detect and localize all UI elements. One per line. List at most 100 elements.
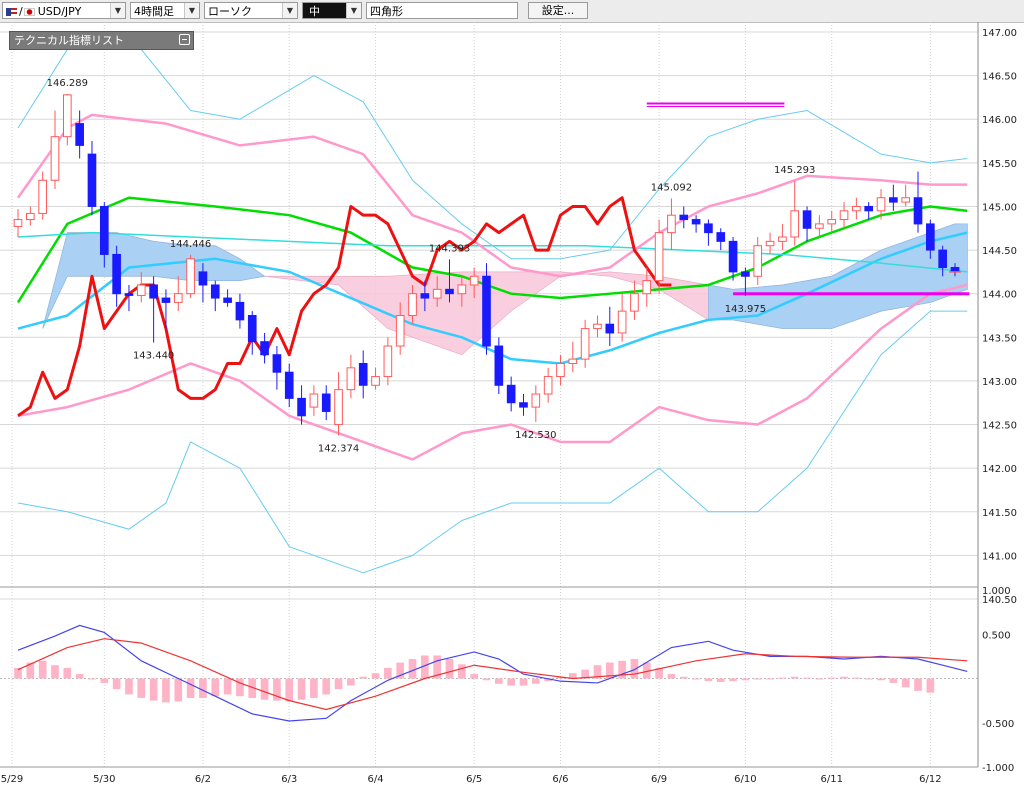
macd-hist-bar (704, 678, 713, 682)
x-tick-label: 6/5 (466, 774, 482, 785)
macd-tick-label: -1.000 (982, 763, 1014, 774)
macd-tick-label: 1.000 (982, 586, 1011, 597)
indicator-list-panel[interactable]: テクニカル指標リスト (9, 31, 194, 50)
bull-candle (173, 293, 183, 303)
bull-candle (371, 376, 380, 386)
timeframe-select[interactable]: 4時間足 ▼ (130, 2, 200, 19)
bull-candle (852, 205, 861, 212)
chart-grid (0, 22, 978, 767)
bear-candle (210, 284, 220, 299)
price-label: 144.446 (170, 239, 211, 250)
y-tick-label: 142.00 (982, 464, 1017, 475)
y-tick-label: 141.50 (982, 508, 1017, 519)
macd-hist-bar (408, 659, 417, 679)
bull-candle (334, 389, 343, 426)
macd-hist-bar (347, 678, 355, 686)
bear-candle (420, 293, 430, 299)
x-tick-label: 6/4 (367, 774, 383, 785)
bull-candle (383, 345, 393, 378)
macd-hist-bar (445, 659, 454, 679)
bear-candle (272, 354, 282, 373)
bull-candle (593, 323, 602, 330)
bull-candle (556, 362, 565, 378)
settings-button[interactable]: 設定... (528, 2, 588, 19)
bear-candle (358, 362, 368, 386)
macd-hist-bar (458, 664, 466, 679)
y-tick-label: 141.00 (982, 551, 1017, 562)
signal-line (17, 638, 968, 711)
macd-hist-bar (162, 678, 170, 703)
bull-candle (408, 293, 417, 317)
currency-pair-select[interactable]: / USD/JPY ▼ (2, 2, 126, 19)
bull-candle (568, 358, 578, 364)
bear-candle (741, 271, 750, 277)
x-tick-label: 6/6 (552, 774, 568, 785)
x-tick-label: 6/9 (651, 774, 667, 785)
bb2_up-line (17, 31, 968, 260)
bull-candle (827, 219, 837, 225)
macd-hist-bar (100, 678, 109, 683)
price-label: 145.293 (774, 165, 815, 176)
bull-candle (395, 315, 405, 347)
macd-hist-bar (741, 678, 750, 681)
bear-candle (926, 223, 935, 251)
x-tick-label: 6/11 (820, 774, 842, 785)
chevron-down-icon[interactable]: ▼ (184, 3, 199, 18)
bear-candle (321, 393, 331, 412)
bull-candle (186, 258, 195, 295)
y-tick-label: 143.50 (982, 333, 1017, 344)
y-tick-label: 144.50 (982, 246, 1017, 257)
y-tick-label: 144.00 (982, 290, 1017, 301)
bull-candle (667, 214, 676, 234)
macd-hist-bar (51, 665, 59, 679)
bear-candle (938, 249, 947, 269)
macd-hist-bar (334, 678, 343, 690)
bull-candle (778, 236, 787, 242)
chevron-down-icon[interactable]: ▼ (346, 3, 361, 18)
bear-candle (75, 123, 84, 146)
macd-hist-bar (384, 667, 392, 679)
bear-candle (87, 153, 97, 207)
y-tick-label: 145.00 (982, 202, 1017, 213)
macd-hist-bar (495, 678, 503, 684)
macd-tick-label: -0.500 (982, 719, 1014, 730)
macd-hist-bar (778, 677, 787, 679)
bear-candle (704, 223, 713, 234)
bull-candle (469, 275, 479, 286)
macd-hist-bar (322, 678, 331, 695)
chart-style-select[interactable]: ローソク ▼ (204, 2, 298, 19)
bull-candle (580, 328, 590, 360)
bear-candle (889, 197, 898, 203)
y-tick-label: 146.50 (982, 72, 1017, 83)
macd-hist-bar (75, 674, 84, 679)
macd-hist-bar (815, 678, 824, 680)
macd-hist-bar (766, 678, 774, 680)
bear-candle (161, 297, 171, 303)
bear-candle (124, 293, 134, 296)
bull-candle (790, 210, 800, 238)
macd-hist-bar (470, 674, 478, 679)
chevron-down-icon[interactable]: ▼ (282, 3, 297, 18)
macd-hist-bar (223, 678, 232, 695)
bear-candle (716, 232, 726, 242)
bull-candle (62, 94, 72, 138)
macd-hist-bar (803, 677, 811, 679)
macd-hist-bar (692, 678, 700, 680)
chevron-down-icon[interactable]: ▼ (110, 3, 125, 18)
bear-candle (679, 214, 689, 221)
minimize-icon[interactable] (179, 34, 190, 45)
x-tick-label: 5/30 (93, 774, 115, 785)
line-thickness-select[interactable]: 中 ▼ (302, 2, 362, 19)
bull-candle (901, 197, 911, 203)
macd-hist-bar (790, 676, 799, 679)
bull-candle (839, 210, 849, 221)
macd-hist-bar (63, 667, 72, 679)
bull-candle (642, 280, 652, 295)
macd-hist-bar (840, 676, 848, 679)
bull-candle (38, 179, 47, 214)
drawing-tool-select[interactable]: 四角形 (366, 2, 518, 19)
bull-candle (136, 284, 146, 296)
price-chart[interactable]: 146.289 143.440 144.446 142.374 144.393 142.5… (0, 22, 1024, 789)
bear-candle (149, 284, 158, 299)
macd-hist-bar (864, 678, 873, 680)
